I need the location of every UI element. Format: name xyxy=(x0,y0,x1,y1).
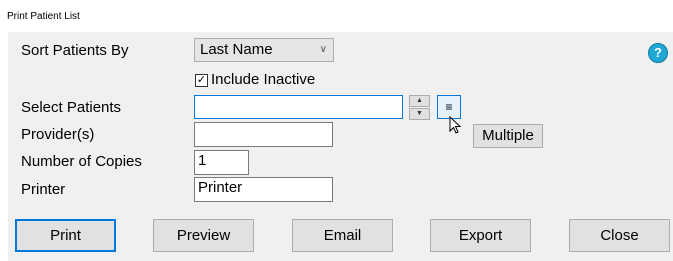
close-button[interactable]: Close xyxy=(569,219,670,252)
print-button[interactable]: Print xyxy=(15,219,116,252)
email-button[interactable]: Email xyxy=(292,219,393,252)
providers-input[interactable] xyxy=(194,122,333,147)
include-inactive-checkbox[interactable]: ✓ xyxy=(195,73,208,87)
copies-input[interactable]: 1 xyxy=(194,150,249,175)
select-patients-input[interactable] xyxy=(194,95,403,119)
form-panel: Sort Patients By Last Name ∨ ✓ Include I… xyxy=(8,32,673,261)
copies-label: Number of Copies xyxy=(21,153,142,170)
spin-up-icon[interactable]: ▲ xyxy=(409,95,430,107)
select-patients-label: Select Patients xyxy=(21,99,122,116)
multiple-button[interactable]: Multiple xyxy=(473,124,543,148)
preview-button[interactable]: Preview xyxy=(153,219,254,252)
patient-spinner[interactable]: ▲ ▼ xyxy=(409,95,430,120)
spin-down-icon[interactable]: ▼ xyxy=(409,108,430,120)
sort-label: Sort Patients By xyxy=(21,42,129,59)
window-title: Print Patient List xyxy=(7,11,80,22)
printer-label: Printer xyxy=(21,181,66,198)
printer-input[interactable]: Printer xyxy=(194,177,333,202)
include-inactive-label[interactable]: Include Inactive xyxy=(211,71,315,89)
sort-value: Last Name xyxy=(200,41,273,58)
include-inactive-row[interactable]: ✓ Include Inactive xyxy=(195,71,315,89)
chevron-down-icon: ∨ xyxy=(319,44,327,55)
help-icon[interactable]: ? xyxy=(648,43,668,63)
sort-dropdown[interactable]: Last Name ∨ xyxy=(194,38,334,62)
providers-label: Provider(s) xyxy=(21,126,95,143)
mouse-pointer-icon xyxy=(449,116,462,134)
export-button[interactable]: Export xyxy=(430,219,531,252)
check-mark-icon: ✓ xyxy=(196,73,207,86)
